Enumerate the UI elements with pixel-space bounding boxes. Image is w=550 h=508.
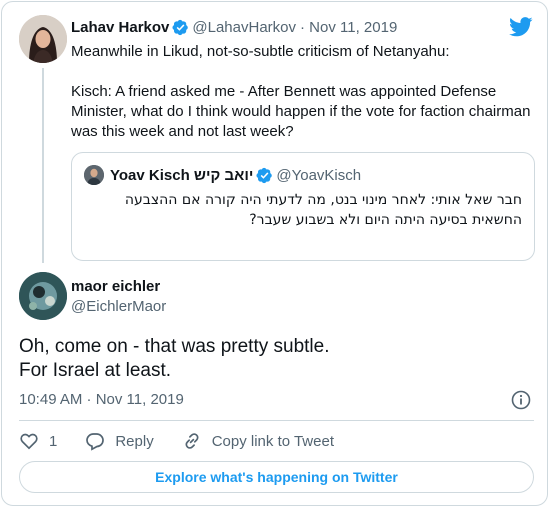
quoted-author-name: Yoav Kisch יואב קיש <box>110 166 254 184</box>
thread-connector-line <box>42 68 44 263</box>
quoted-tweet-header: Yoav Kisch יואב קיש @YoavKisch <box>84 165 361 185</box>
quoted-tweet[interactable]: Yoav Kisch יואב קיש @YoavKisch חבר שאל א… <box>71 152 535 261</box>
like-count: 1 <box>49 432 58 450</box>
parent-tweet-text: Meanwhile in Likud, not-so-subtle critic… <box>71 42 536 142</box>
parent-author-handle[interactable]: @LahavHarkov <box>192 19 296 36</box>
main-tweet-text: Oh, come on - that was pretty subtle. Fo… <box>19 335 534 383</box>
explore-twitter-button[interactable]: Explore what's happening on Twitter <box>19 461 534 493</box>
reply-button[interactable]: Reply <box>85 431 154 451</box>
main-tweet-line: Oh, come on - that was pretty subtle. <box>19 336 330 357</box>
main-author-name[interactable]: maor eichler <box>71 278 160 295</box>
parent-author-name[interactable]: Lahav Harkov <box>71 19 169 36</box>
copy-link-label: Copy link to Tweet <box>211 432 334 450</box>
info-icon[interactable] <box>511 390 531 410</box>
twitter-bird-icon[interactable] <box>509 16 533 38</box>
verified-badge-icon <box>256 167 273 184</box>
copy-link-button[interactable]: Copy link to Tweet <box>182 431 334 451</box>
reply-label: Reply <box>115 432 154 450</box>
main-author-handle[interactable]: @EichlerMaor <box>71 298 166 315</box>
heart-icon <box>20 433 38 450</box>
like-button[interactable]: 1 <box>19 431 57 451</box>
quoted-author-handle: @YoavKisch <box>276 166 362 184</box>
main-tweet-line: For Israel at least. <box>19 360 172 381</box>
parent-tweet-paragraph: Kisch: A friend asked me - After Bennett… <box>71 83 531 140</box>
link-icon <box>185 433 199 449</box>
divider <box>19 420 534 421</box>
reply-bubble-icon <box>86 433 105 451</box>
parent-tweet-date[interactable]: · Nov 11, 2019 <box>300 19 397 36</box>
main-author-avatar[interactable] <box>19 272 67 320</box>
quoted-author-avatar <box>84 165 104 185</box>
parent-tweet-header: Lahav Harkov @LahavHarkov · Nov 11, 2019 <box>71 17 397 37</box>
tweet-timestamp[interactable]: 10:49 AM · Nov 11, 2019 <box>19 391 184 408</box>
parent-author-avatar[interactable] <box>19 15 67 63</box>
quoted-tweet-text: חבר שאל אותי: לאחר מינוי בנט, מה לדעתי ה… <box>124 192 522 228</box>
verified-badge-icon <box>172 19 189 36</box>
parent-tweet-paragraph: Meanwhile in Likud, not-so-subtle critic… <box>71 43 450 60</box>
embedded-tweet-card: Lahav Harkov @LahavHarkov · Nov 11, 2019… <box>1 1 548 506</box>
tweet-actions: 1 Reply Copy link to Tweet <box>19 430 362 452</box>
